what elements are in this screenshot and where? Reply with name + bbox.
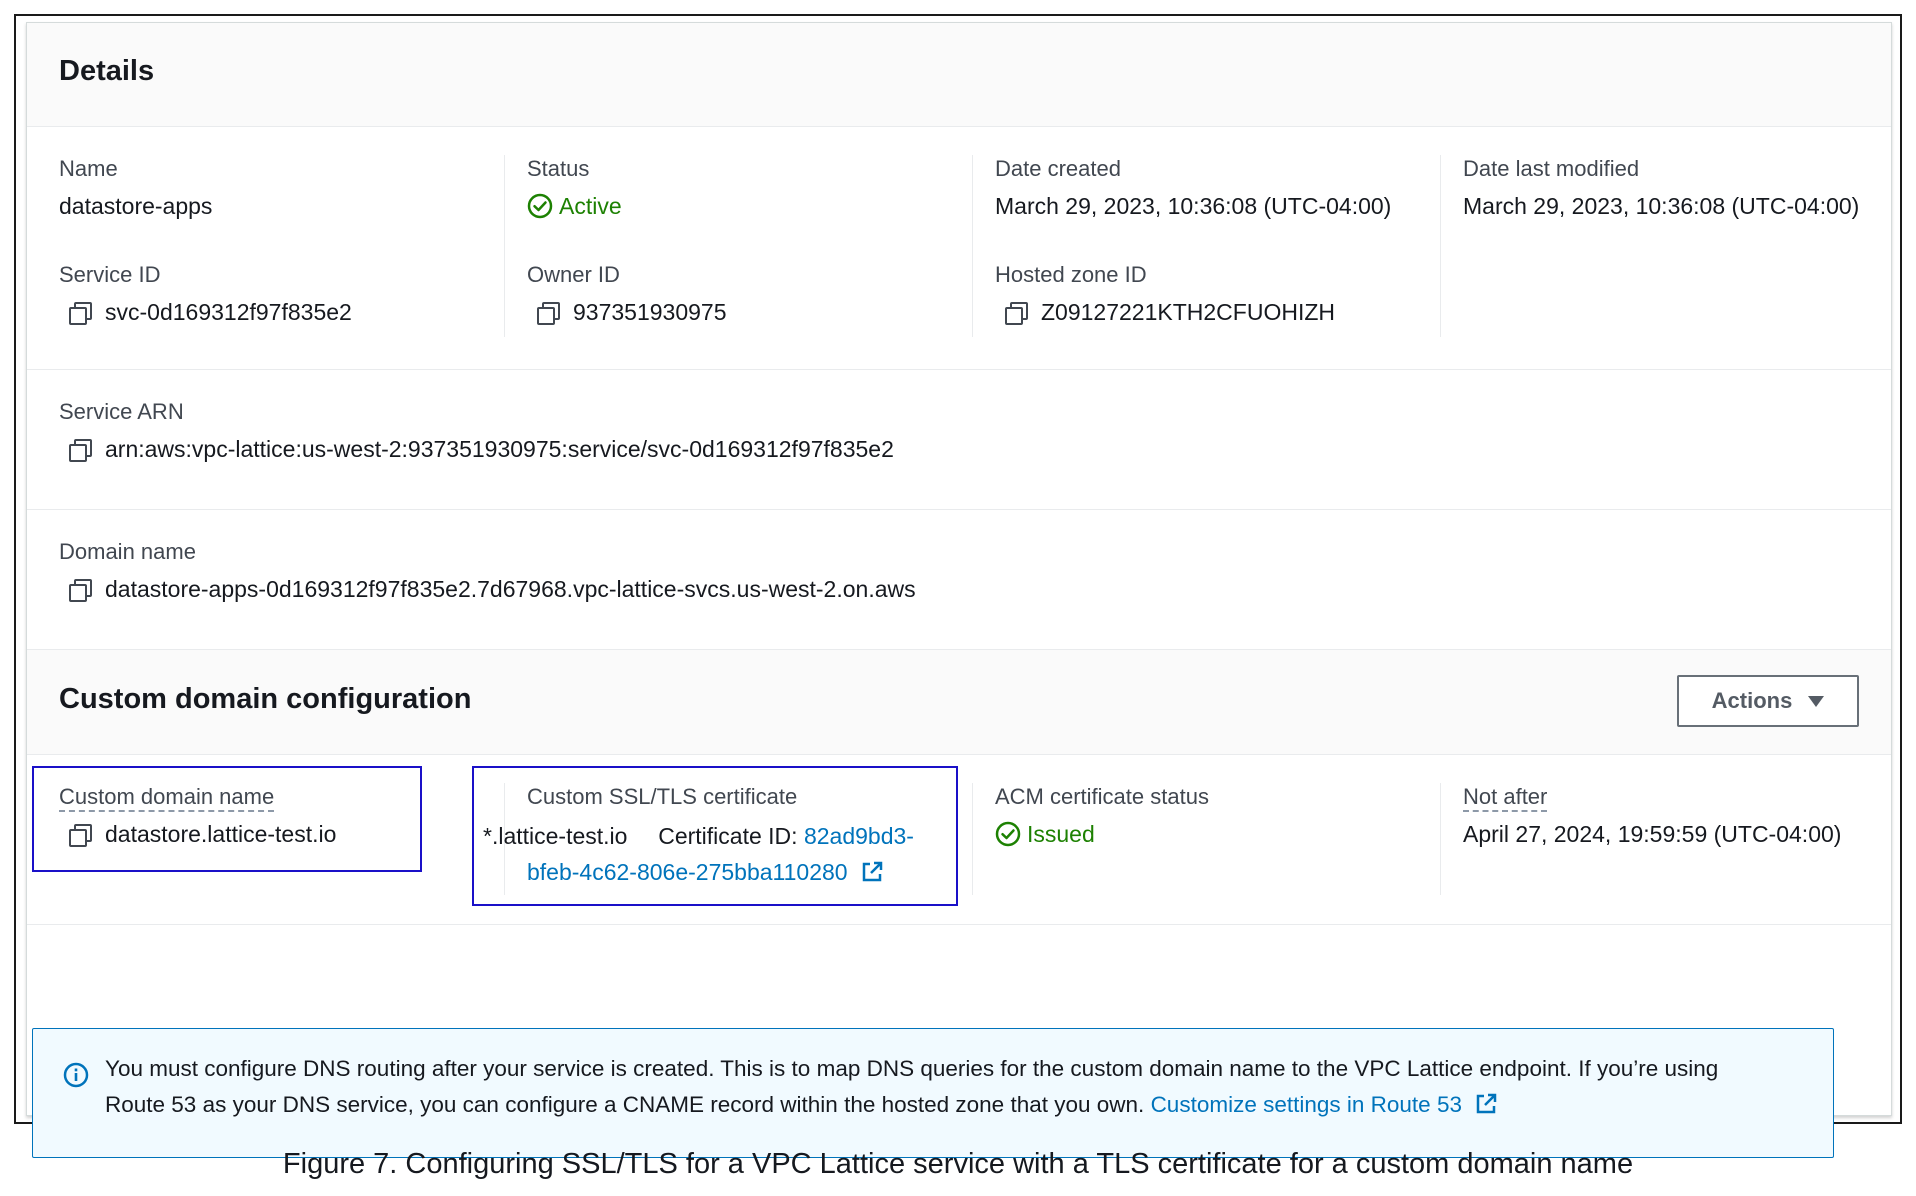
screenshot-frame: Details Name datastore-apps Service ID s… [14, 14, 1902, 1124]
acm-status-text: Issued [1027, 821, 1095, 847]
dns-info-alert: You must configure DNS routing after you… [32, 1028, 1834, 1158]
copy-icon[interactable] [67, 577, 92, 602]
caret-down-icon [1808, 695, 1825, 707]
name-value: datastore-apps [59, 193, 213, 219]
date-modified-label: Date last modified [1463, 156, 1640, 181]
alert-line-1: You must configure DNS routing after you… [105, 1056, 1719, 1081]
alert-line-2: Route 53 as your DNS service, you can co… [105, 1087, 1793, 1123]
highlight-box-certificate [472, 766, 958, 906]
figure-caption: Figure 7. Configuring SSL/TLS for a VPC … [282, 1148, 1634, 1180]
status-label: Status [527, 156, 590, 181]
external-link-icon[interactable] [1474, 1092, 1498, 1116]
info-icon [63, 1062, 89, 1088]
owner-id-value: 937351930975 [527, 298, 997, 326]
check-circle-icon [995, 821, 1021, 847]
not-after-column: Not after April 27, 2024, 19:59:59 (UTC-… [1463, 783, 1916, 848]
not-after-label: Not after [1463, 783, 1916, 812]
copy-icon[interactable] [67, 300, 92, 325]
owner-id-text: 937351930975 [573, 299, 727, 325]
column-divider [972, 783, 973, 895]
route53-link[interactable]: Customize settings in Route 53 [1151, 1092, 1462, 1117]
name-column: Name datastore-apps Service ID svc-0d169… [59, 155, 529, 326]
date-created-label: Date created [995, 156, 1121, 181]
copy-icon[interactable] [1003, 300, 1028, 325]
custom-domain-header: Custom domain configuration Actions [27, 650, 1891, 755]
name-label: Name [59, 156, 118, 181]
highlight-box-custom-domain [32, 766, 422, 872]
hosted-zone-value: Z09127221KTH2CFUOHIZH [995, 298, 1465, 326]
check-circle-icon [527, 193, 553, 219]
domain-name-label: Domain name [59, 539, 196, 564]
service-id-label: Service ID [59, 262, 161, 287]
status-column: Status Active Owner ID 937351930975 [527, 155, 997, 326]
service-id-text: svc-0d169312f97f835e2 [105, 299, 352, 325]
details-header: Details [27, 23, 1891, 127]
domain-name-row: Domain name datastore-apps-0d169312f97f8… [59, 538, 916, 603]
status-value: Active [527, 192, 997, 220]
service-arn-row: Service ARN arn:aws:vpc-lattice:us-west-… [59, 398, 894, 463]
date-created-column: Date created March 29, 2023, 10:36:08 (U… [995, 155, 1465, 326]
hosted-zone-text: Z09127221KTH2CFUOHIZH [1041, 299, 1335, 325]
domain-name-value: datastore-apps-0d169312f97f835e2.7d67968… [59, 575, 916, 603]
date-modified-value: March 29, 2023, 10:36:08 (UTC-04:00) [1463, 193, 1860, 219]
date-modified-column: Date last modified March 29, 2023, 10:36… [1463, 155, 1916, 220]
custom-domain-title: Custom domain configuration [59, 683, 472, 715]
details-panel: Details Name datastore-apps Service ID s… [26, 22, 1892, 1116]
column-divider [1440, 155, 1441, 337]
service-arn-value: arn:aws:vpc-lattice:us-west-2:9373519309… [59, 435, 894, 463]
actions-label: Actions [1711, 688, 1793, 713]
details-title: Details [59, 55, 155, 87]
copy-icon[interactable] [535, 300, 560, 325]
date-created-value: March 29, 2023, 10:36:08 (UTC-04:00) [995, 193, 1392, 219]
owner-id-label: Owner ID [527, 262, 620, 287]
service-arn-section: Service ARN arn:aws:vpc-lattice:us-west-… [27, 370, 1891, 510]
hosted-zone-label: Hosted zone ID [995, 262, 1147, 287]
details-overview: Name datastore-apps Service ID svc-0d169… [27, 127, 1891, 370]
actions-button[interactable]: Actions [1677, 675, 1859, 727]
acm-status-label: ACM certificate status [995, 784, 1209, 809]
column-divider [972, 155, 973, 337]
copy-icon[interactable] [67, 437, 92, 462]
alert-text: You must configure DNS routing after you… [105, 1051, 1793, 1123]
column-divider [1440, 783, 1441, 895]
not-after-value: April 27, 2024, 19:59:59 (UTC-04:00) [1463, 821, 1842, 847]
column-divider [504, 155, 505, 337]
status-text: Active [559, 193, 622, 219]
acm-status-column: ACM certificate status Issued [995, 783, 1465, 848]
domain-name-text: datastore-apps-0d169312f97f835e2.7d67968… [105, 576, 916, 602]
acm-status-value: Issued [995, 820, 1465, 848]
domain-name-section: Domain name datastore-apps-0d169312f97f8… [27, 510, 1891, 650]
service-arn-text: arn:aws:vpc-lattice:us-west-2:9373519309… [105, 436, 894, 462]
alert-line-2-text: Route 53 as your DNS service, you can co… [105, 1092, 1145, 1117]
service-arn-label: Service ARN [59, 399, 184, 424]
service-id-value: svc-0d169312f97f835e2 [59, 298, 529, 326]
